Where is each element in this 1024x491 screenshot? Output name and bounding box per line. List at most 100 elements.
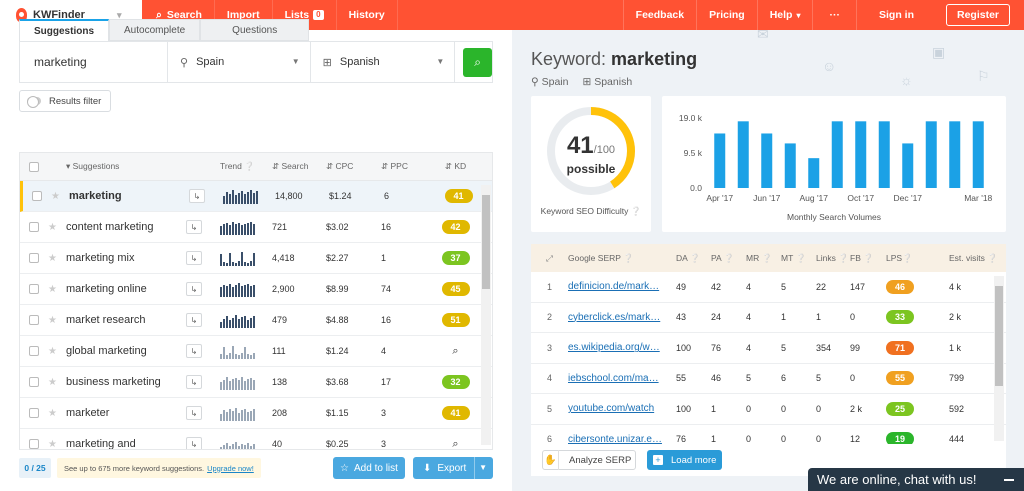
star-icon[interactable]: ★ (48, 284, 66, 295)
col-ppc[interactable]: ⇵ PPC (381, 161, 433, 172)
register-button[interactable]: Register (945, 4, 1010, 26)
volume-bar[interactable] (902, 143, 914, 188)
search-icon[interactable]: ⌕ (452, 438, 458, 450)
keyword-text[interactable]: business marketing (66, 376, 186, 389)
row-checkbox-cell[interactable] (20, 439, 48, 449)
tab-questions[interactable]: Questions (200, 19, 310, 41)
row-checkbox[interactable] (32, 191, 42, 201)
row-checkbox-cell[interactable] (23, 191, 51, 201)
minimize-icon[interactable] (1004, 478, 1014, 481)
search-keyword-button[interactable]: ↳ (186, 344, 202, 358)
keyword-text[interactable]: content marketing (66, 221, 186, 234)
row-checkbox[interactable] (29, 222, 39, 232)
chevron-down-icon[interactable]: ▼ (479, 463, 487, 472)
keyword-text[interactable]: global marketing (66, 345, 186, 358)
table-row[interactable]: ★ marketing online ↳ 2,900 $8.99 74 45 (20, 274, 492, 305)
upgrade-link[interactable]: Upgrade now! (207, 464, 254, 473)
serp-row[interactable]: 2 cyberclick.es/mark… 43 24 4 1 1 0 33 2 k (531, 303, 1006, 333)
nav-feedback[interactable]: Feedback (622, 0, 696, 30)
keyword-text[interactable]: marketing online (66, 283, 186, 296)
row-checkbox[interactable] (29, 439, 39, 449)
search-keyword-button[interactable]: ↳ (186, 437, 202, 449)
row-checkbox[interactable] (29, 315, 39, 325)
row-checkbox-cell[interactable] (20, 377, 48, 387)
live-chat-widget[interactable]: We are online, chat with us! (808, 468, 1024, 491)
star-icon[interactable]: ★ (48, 377, 66, 388)
search-keyword-button[interactable]: ↳ (186, 282, 202, 296)
volume-bar[interactable] (949, 121, 961, 188)
search-keyword-button[interactable]: ↳ (186, 406, 202, 420)
serp-row[interactable]: 3 es.wikipedia.org/w… 100 76 4 5 354 99 71 1 k (531, 333, 1006, 364)
scrollbar-thumb[interactable] (482, 195, 490, 289)
col-kd[interactable]: ⇵ KD (433, 161, 478, 172)
serp-row[interactable]: 6 cibersonte.unizar.e… 76 1 0 0 0 12 19 444 (531, 425, 1006, 444)
volume-bar[interactable] (808, 158, 820, 188)
analyze-serp-button[interactable]: ✋ Analyze SERP (542, 450, 636, 470)
tab-suggestions[interactable]: Suggestions (19, 19, 110, 41)
serp-url-link[interactable]: definicion.de/mark… (568, 281, 676, 292)
search-keyword-button[interactable]: ↳ (189, 189, 205, 203)
volume-bar[interactable] (784, 143, 796, 188)
nav-sign-in[interactable]: Sign in (855, 0, 936, 30)
serp-row[interactable]: 5 youtube.com/watch 100 1 0 0 0 2 k 25 592 (531, 394, 1006, 425)
volume-bar[interactable] (972, 121, 984, 188)
row-checkbox-cell[interactable] (20, 346, 48, 356)
nav-history[interactable]: History (337, 0, 398, 30)
serp-url-link[interactable]: iebschool.com/ma… (568, 373, 676, 384)
star-icon[interactable]: ★ (48, 408, 66, 419)
star-icon[interactable]: ★ (48, 346, 66, 357)
row-checkbox-cell[interactable] (20, 222, 48, 232)
row-checkbox-cell[interactable] (20, 315, 48, 325)
table-row[interactable]: ★ global marketing ↳ 111 $1.24 4 ⌕ (20, 336, 492, 367)
volume-bar[interactable] (831, 121, 843, 188)
row-checkbox[interactable] (29, 408, 39, 418)
volume-bar[interactable] (761, 133, 773, 188)
nav-pricing[interactable]: Pricing (696, 0, 757, 30)
keyword-text[interactable]: marketing mix (66, 252, 186, 265)
nav-more[interactable]: ··· (812, 0, 856, 30)
volume-bar[interactable] (855, 121, 867, 188)
col-trend[interactable]: Trend ❔ (220, 161, 272, 172)
table-row[interactable]: ★ content marketing ↳ 721 $3.02 16 42 (20, 212, 492, 243)
serp-url-link[interactable]: cibersonte.unizar.e… (568, 434, 676, 444)
search-submit-button[interactable]: ⌕ (463, 47, 492, 77)
table-row[interactable]: ★ marketing and ↳ 40 $0.25 3 ⌕ (20, 429, 492, 450)
table-row[interactable]: ★ market research ↳ 479 $4.88 16 51 (20, 305, 492, 336)
volume-bar[interactable] (925, 121, 937, 188)
table-row[interactable]: ★ business marketing ↳ 138 $3.68 17 32 (20, 367, 492, 398)
location-select[interactable]: ⚲ Spain ▼ (168, 42, 311, 82)
keyword-input[interactable] (20, 42, 168, 82)
table-row[interactable]: ★ marketing mix ↳ 4,418 $2.27 1 37 (20, 243, 492, 274)
serp-url-link[interactable]: youtube.com/watch (568, 403, 676, 414)
select-all-checkbox-cell[interactable] (20, 161, 48, 172)
volume-bar[interactable] (878, 121, 890, 188)
add-to-list-button[interactable]: ☆ Add to list (333, 457, 405, 479)
tab-autocomplete[interactable]: Autocomplete (109, 19, 201, 41)
serp-row[interactable]: 1 definicion.de/mark… 49 42 4 5 22 147 46 4 k (531, 272, 1006, 303)
table-row[interactable]: ★ marketing ↳ 14,800 $1.24 6 41 (20, 181, 492, 212)
row-checkbox[interactable] (29, 377, 39, 387)
search-keyword-button[interactable]: ↳ (186, 251, 202, 265)
col-cpc[interactable]: ⇵ CPC (326, 161, 381, 172)
results-filter-toggle[interactable]: Results filter (19, 90, 111, 112)
serp-scrollbar[interactable] (994, 276, 1004, 441)
star-icon[interactable]: ★ (48, 222, 66, 233)
keyword-text[interactable]: marketing (69, 190, 189, 203)
col-suggestions[interactable]: ▾ Suggestions (66, 161, 220, 172)
star-icon[interactable]: ★ (48, 315, 66, 326)
keyword-text[interactable]: marketing and (66, 438, 186, 450)
row-checkbox[interactable] (29, 346, 39, 356)
search-keyword-button[interactable]: ↳ (186, 375, 202, 389)
language-select[interactable]: ⊞ Spanish ▼ (311, 42, 456, 82)
serp-row[interactable]: 4 iebschool.com/ma… 55 46 5 6 5 0 55 799 (531, 364, 1006, 394)
search-icon[interactable]: ⌕ (452, 345, 458, 358)
search-keyword-button[interactable]: ↳ (186, 313, 202, 327)
keyword-text[interactable]: market research (66, 314, 186, 327)
volume-bar[interactable] (737, 121, 749, 188)
scrollbar-thumb[interactable] (995, 286, 1003, 386)
load-more-button[interactable]: + Load more (647, 450, 722, 470)
table-row[interactable]: ★ marketer ↳ 208 $1.15 3 41 (20, 398, 492, 429)
serp-url-link[interactable]: es.wikipedia.org/w… (568, 342, 676, 353)
toggle-switch[interactable] (27, 96, 41, 108)
star-icon[interactable]: ★ (51, 191, 69, 202)
